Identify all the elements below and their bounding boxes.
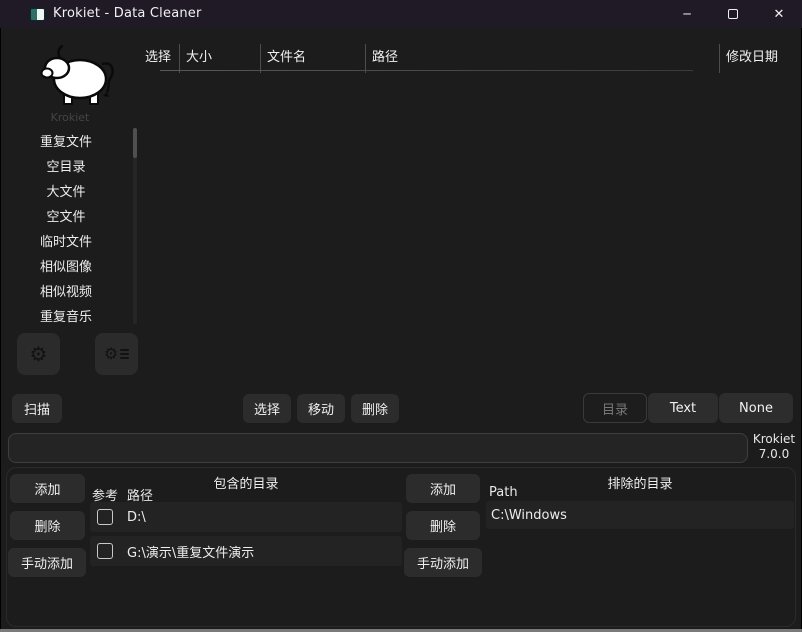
maximize-icon [728, 9, 738, 19]
reference-checkbox[interactable] [97, 543, 113, 559]
included-manual-add-button[interactable]: 手动添加 [8, 548, 86, 577]
reference-checkbox[interactable] [97, 509, 113, 525]
column-header-path[interactable]: 路径 [372, 46, 398, 64]
excluded-directory-row[interactable]: C:\Windows [486, 501, 794, 529]
gear-list-icon: ⚙ [104, 346, 129, 362]
logo-caption: Krokiet [0, 111, 140, 124]
close-button[interactable]: ✕ [756, 0, 802, 28]
minimize-button[interactable]: ─ [664, 0, 710, 28]
sidebar-item-similar-videos[interactable]: 相似视频 [0, 280, 132, 305]
excluded-manual-add-button[interactable]: 手动添加 [404, 548, 482, 577]
app-window: Krokiet - Data Cleaner ─ ✕ Krokiet 重复文件 … [0, 0, 802, 632]
sidebar-item-similar-images[interactable]: 相似图像 [0, 255, 132, 280]
header-underline [160, 70, 693, 71]
window-title: Krokiet - Data Cleaner [53, 6, 202, 21]
included-add-button[interactable]: 添加 [10, 474, 85, 503]
app-version: Krokiet 7.0.0 [750, 432, 798, 464]
column-separator [179, 44, 180, 73]
tool-settings-button[interactable]: ⚙ [95, 333, 138, 375]
directory-path: D:\ [127, 510, 146, 525]
settings-button[interactable]: ⚙ [17, 333, 60, 375]
krokiet-logo [40, 44, 120, 108]
excluded-add-button[interactable]: 添加 [406, 474, 480, 503]
sidebar-item-duplicate-music[interactable]: 重复音乐 [0, 305, 132, 330]
gear-icon: ⚙ [30, 344, 48, 364]
close-icon: ✕ [774, 7, 785, 22]
sidebar-scrollbar-thumb[interactable] [133, 128, 137, 158]
excluded-directories-title: 排除的目录 [486, 473, 794, 492]
titlebar: Krokiet - Data Cleaner ─ ✕ [0, 0, 802, 28]
directory-path: C:\Windows [491, 508, 567, 523]
sidebar-item-duplicate-files[interactable]: 重复文件 [0, 130, 132, 155]
column-header-size[interactable]: 大小 [186, 46, 212, 64]
sidebar-item-temporary-files[interactable]: 临时文件 [0, 230, 132, 255]
column-separator [260, 44, 261, 73]
select-button[interactable]: 选择 [243, 394, 291, 423]
excluded-column-path: Path [489, 485, 518, 500]
minimize-icon: ─ [683, 7, 690, 21]
included-directory-row[interactable]: G:\演示\重复文件演示 [90, 536, 402, 566]
column-separator [365, 44, 366, 73]
sidebar-item-big-files[interactable]: 大文件 [0, 180, 132, 205]
included-directory-row[interactable]: D:\ [90, 502, 402, 532]
mode-segmented-control: 目录 Text None [583, 393, 793, 423]
directory-path: G:\演示\重复文件演示 [127, 542, 254, 561]
mode-directory-button[interactable]: 目录 [583, 393, 647, 423]
mode-text-button[interactable]: Text [648, 393, 718, 423]
column-header-filename[interactable]: 文件名 [267, 46, 306, 64]
scan-button[interactable]: 扫描 [12, 394, 62, 423]
maximize-button[interactable] [710, 0, 756, 28]
delete-button[interactable]: 删除 [351, 394, 399, 423]
status-text-input[interactable] [8, 433, 748, 463]
app-icon [30, 8, 45, 21]
sidebar-item-empty-directories[interactable]: 空目录 [0, 155, 132, 180]
included-remove-button[interactable]: 删除 [10, 511, 85, 540]
column-separator [719, 44, 720, 73]
sidebar-item-empty-files[interactable]: 空文件 [0, 205, 132, 230]
move-button[interactable]: 移动 [297, 394, 345, 423]
column-header-modified-date[interactable]: 修改日期 [726, 46, 778, 64]
column-header-select[interactable]: 选择 [145, 46, 171, 64]
mode-none-button[interactable]: None [719, 393, 793, 423]
sidebar-scrollbar[interactable] [133, 128, 137, 324]
excluded-remove-button[interactable]: 删除 [406, 511, 480, 540]
